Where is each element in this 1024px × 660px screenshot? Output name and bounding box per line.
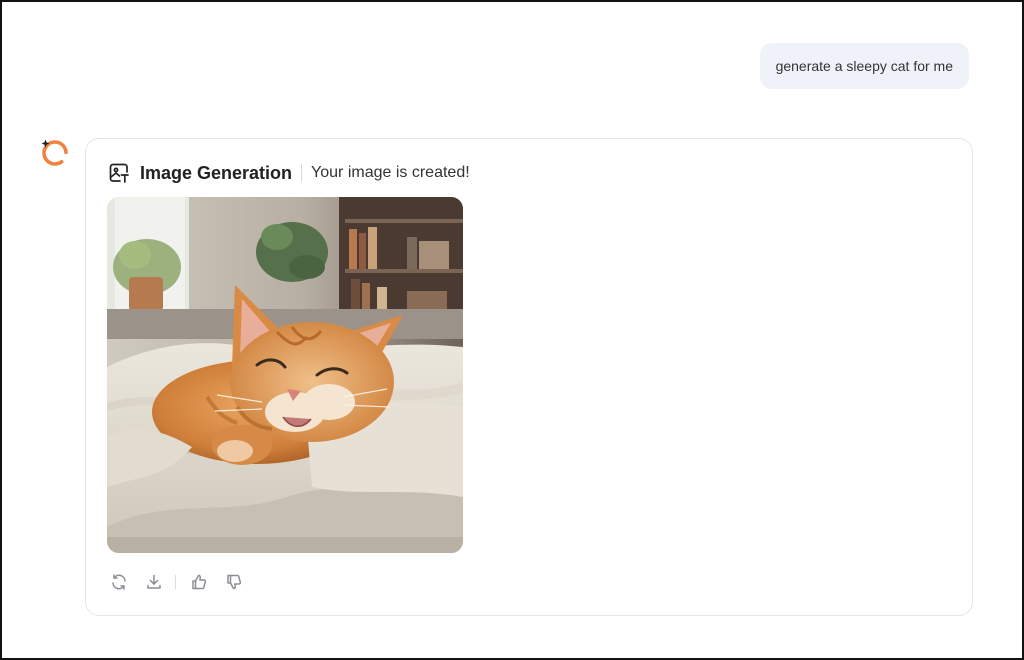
tool-header: Image Generation Your image is created! — [108, 161, 470, 185]
sleepy-cat-image[interactable] — [107, 197, 463, 553]
actions-divider — [175, 575, 176, 589]
thumbs-up-icon — [192, 574, 207, 590]
user-message-text: generate a sleepy cat for me — [775, 58, 953, 74]
refresh-icon — [112, 574, 126, 590]
tool-title: Image Generation — [140, 162, 293, 183]
user-message-bubble: generate a sleepy cat for me — [759, 43, 969, 89]
thumbs-down-icon — [227, 574, 242, 590]
header-divider — [301, 164, 303, 182]
like-button[interactable] — [188, 571, 210, 593]
regenerate-button[interactable] — [108, 571, 130, 593]
chat-window: generate a sleepy cat for me Image Gener… — [0, 0, 1024, 660]
assistant-logo-icon — [38, 136, 72, 170]
image-generation-icon — [108, 162, 130, 184]
generation-status: Your image is created! — [311, 164, 470, 181]
message-actions — [108, 571, 245, 593]
download-icon — [147, 574, 161, 589]
download-button[interactable] — [143, 571, 165, 593]
dislike-button[interactable] — [223, 571, 245, 593]
assistant-response-card: Image Generation Your image is created! — [85, 138, 973, 616]
